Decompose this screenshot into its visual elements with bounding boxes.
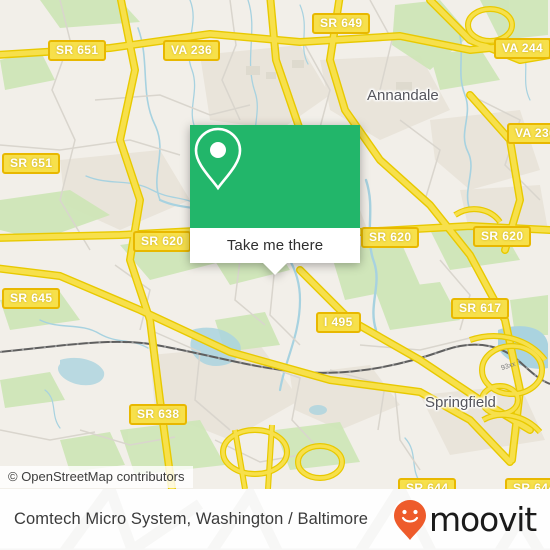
place-label-annandale: Annandale — [367, 87, 439, 104]
screenshot-root: SR 651 VA 236 SR 649 VA 244 VA 236 SR 65… — [0, 0, 550, 550]
road-shield: SR 651 — [2, 153, 61, 174]
road-shield: SR 620 — [361, 227, 420, 248]
popup-action-area[interactable]: Take me there — [190, 228, 360, 263]
road-shield: SR 644 — [398, 478, 457, 489]
road-shield: SR 638 — [129, 404, 188, 425]
osm-attribution[interactable]: © OpenStreetMap contributors — [0, 466, 193, 488]
road-shield: VA 236 — [163, 40, 221, 61]
road-shield: SR 620 — [133, 231, 192, 252]
destination-popup-card[interactable]: Take me there — [190, 125, 360, 275]
take-me-there-label: Take me there — [226, 237, 324, 254]
road-shield: SR 649 — [312, 13, 371, 34]
road-shield: SR 644 — [505, 478, 550, 489]
moovit-wordmark: moovit — [429, 500, 537, 539]
popup-image-area — [190, 125, 360, 228]
road-shield: SR 617 — [451, 298, 510, 319]
location-title: Comtech Micro System, Washington / Balti… — [14, 510, 369, 528]
moovit-logo: moovit — [393, 499, 537, 541]
place-label-springfield: Springfield — [425, 394, 496, 411]
popup-pointer-tail — [263, 263, 287, 275]
road-shield: VA 244 — [494, 38, 550, 59]
map-pin-icon — [194, 127, 242, 191]
footer-bar: Comtech Micro System, Washington / Balti… — [0, 489, 550, 550]
road-shield: SR 620 — [473, 226, 532, 247]
moovit-pin-smile-icon — [394, 499, 427, 540]
road-shield: SR 651 — [48, 40, 107, 61]
road-shield: VA 236 — [507, 123, 550, 144]
map-canvas[interactable]: SR 651 VA 236 SR 649 VA 244 VA 236 SR 65… — [0, 0, 550, 489]
road-shield: I 495 — [316, 312, 361, 333]
road-shield: SR 645 — [2, 288, 61, 309]
